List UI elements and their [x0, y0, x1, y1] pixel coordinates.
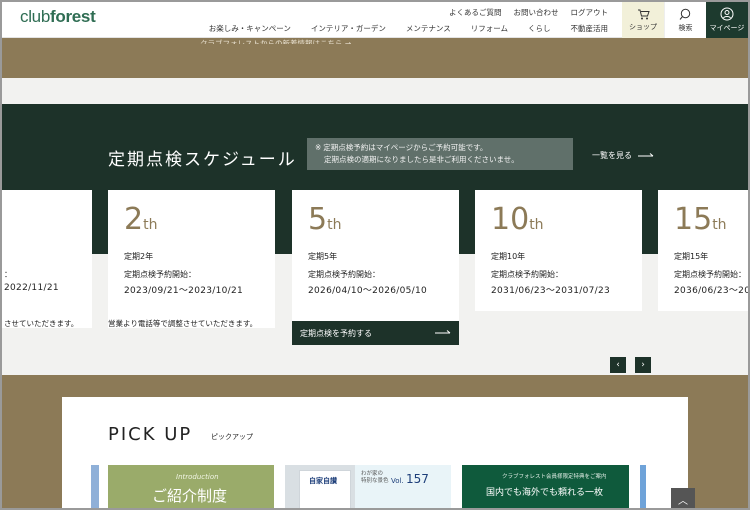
- notice-line-1: 定期点検予約はマイページからご予約可能です。: [323, 143, 488, 152]
- magazine-volume: Vol. 157: [391, 472, 429, 486]
- contact-link[interactable]: お問い合わせ: [514, 7, 559, 18]
- card-2th-period-label: 定期点検予約開始：: [124, 270, 196, 279]
- logo-club-text: club: [20, 7, 50, 26]
- referral-small-text: Introduction: [176, 473, 219, 481]
- mypage-label: マイページ: [709, 24, 745, 32]
- card-2th-note: 営業より電話等で調整させていただきます。: [108, 319, 258, 328]
- faq-link[interactable]: よくあるご質問: [449, 7, 502, 18]
- card-2th-num-value: 2: [124, 202, 144, 237]
- notice-mark: ※: [315, 143, 322, 152]
- card-5th-label: 定期5年: [308, 252, 338, 261]
- card-15th-number: 15th: [674, 202, 727, 237]
- news-strip-text[interactable]: クラブフォレストからの新着情報はこちら →: [200, 38, 351, 44]
- arrow-right-icon: [638, 152, 654, 156]
- magazine-title: 自家自讃: [309, 476, 337, 486]
- card-2th-suffix: th: [143, 217, 158, 233]
- cart-icon: [637, 9, 650, 19]
- card-10th-label: 定期10年: [491, 252, 526, 261]
- referral-title: ご紹介制度: [152, 487, 228, 505]
- utility-links: よくあるご質問 お問い合わせ ログアウト: [449, 7, 608, 18]
- logo-forest-text: forest: [50, 7, 96, 26]
- search-label: 検索: [678, 23, 693, 32]
- scroll-to-top-button[interactable]: ︿: [671, 488, 695, 510]
- schedule-card-1st: ： 2022/11/21 させていただきます。: [0, 190, 92, 328]
- card-10th-suffix: th: [529, 217, 544, 233]
- card-5th-dates: 2026/04/10〜2026/05/10: [308, 286, 428, 296]
- chevron-right-icon: ›: [641, 360, 645, 370]
- search-button[interactable]: 検索: [664, 2, 706, 38]
- magazine-feature: わが家の 特別な景色: [361, 471, 389, 484]
- card-15th-num-value: 15: [674, 202, 713, 237]
- see-all-link[interactable]: 一覧を見る: [592, 150, 654, 161]
- main-nav: お楽しみ・キャンペーン インテリア・ガーデン メンテナンス リフォーム くらし …: [209, 23, 608, 34]
- pickup-prev-peek[interactable]: [91, 465, 99, 510]
- arrow-right-icon: [435, 330, 451, 334]
- card-5th-num-value: 5: [308, 202, 328, 237]
- nav-living[interactable]: くらし: [528, 23, 551, 34]
- nav-campaign[interactable]: お楽しみ・キャンペーン: [209, 23, 291, 34]
- card-5th-period-label: 定期点検予約開始：: [308, 270, 380, 279]
- section-gap: [0, 78, 750, 104]
- nav-interior-garden[interactable]: インテリア・ガーデン: [311, 23, 386, 34]
- site-logo[interactable]: clubforest: [20, 7, 96, 27]
- site-header: clubforest よくあるご質問 お問い合わせ ログアウト お楽しみ・キャン…: [0, 0, 750, 38]
- card-1st-note: させていただきます。: [4, 319, 79, 328]
- card-15th-suffix: th: [712, 217, 727, 233]
- card-10th-number: 10th: [491, 202, 544, 237]
- news-strip: [0, 38, 750, 78]
- volume-number: 157: [405, 472, 429, 486]
- schedule-card-10th: 10th 定期10年 定期点検予約開始： 2031/06/23〜2031/07/…: [475, 190, 642, 311]
- shop-label: ショップ: [629, 22, 657, 31]
- schedule-card-15th: 15th 定期15年 定期点検予約開始： 2036/06/23〜2036/07: [658, 190, 750, 311]
- pickup-subtitle: ピックアップ: [211, 433, 253, 441]
- reserve-label: 定期点検を予約する: [300, 328, 372, 338]
- schedule-card-2th: 2th 定期2年 定期点検予約開始： 2023/09/21〜2023/10/21…: [108, 190, 275, 328]
- card-10th-period-label: 定期点検予約開始：: [491, 270, 563, 279]
- search-icon: [679, 8, 691, 20]
- schedule-title: 定期点検スケジュール: [108, 150, 297, 170]
- card-10th-num-value: 10: [491, 202, 530, 237]
- card-15th-dates: 2036/06/23〜2036/07: [674, 286, 750, 296]
- nav-maintenance[interactable]: メンテナンス: [406, 23, 451, 34]
- pickup-card-magazine[interactable]: 自家自讃 わが家の 特別な景色 Vol. 157: [285, 465, 451, 510]
- card-10th-dates: 2031/06/23〜2031/07/23: [491, 286, 611, 296]
- reserve-inspection-button[interactable]: 定期点検を予約する: [292, 321, 459, 345]
- credit-title: 国内でも海外でも頼れる一枚: [486, 488, 604, 498]
- card-15th-label: 定期15年: [674, 252, 709, 261]
- carousel-next-button[interactable]: ›: [635, 357, 651, 373]
- nav-reform[interactable]: リフォーム: [471, 23, 508, 34]
- chevron-up-icon: ︿: [678, 495, 688, 507]
- shop-button[interactable]: ショップ: [622, 2, 664, 38]
- card-1st-period-label: ：: [4, 270, 12, 279]
- card-5th-suffix: th: [327, 217, 342, 233]
- card-1st-dates: 2022/11/21: [4, 283, 59, 293]
- user-icon: [720, 7, 734, 21]
- card-2th-dates: 2023/09/21〜2023/10/21: [124, 286, 244, 296]
- nav-real-estate[interactable]: 不動産活用: [571, 23, 609, 34]
- pickup-card-credit[interactable]: クラブフォレスト会員様限定特典をご案内 国内でも海外でも頼れる一枚: [462, 465, 629, 510]
- logout-link[interactable]: ログアウト: [571, 7, 609, 18]
- pickup-title: PICK UP: [108, 424, 193, 445]
- carousel-prev-button[interactable]: ‹: [610, 357, 626, 373]
- see-all-label: 一覧を見る: [592, 151, 632, 160]
- volume-prefix: Vol.: [391, 477, 404, 485]
- card-2th-number: 2th: [124, 202, 157, 237]
- pickup-next-peek[interactable]: [640, 465, 646, 510]
- credit-small-text: クラブフォレスト会員様限定特典をご案内: [502, 474, 607, 480]
- card-5th-number: 5th: [308, 202, 341, 237]
- pickup-card-referral[interactable]: Introduction ご紹介制度: [108, 465, 274, 510]
- card-15th-period-label: 定期点検予約開始：: [674, 270, 746, 279]
- notice-line-2: 定期点検の適期になりましたら是非ご利用くださいませ。: [324, 155, 519, 164]
- schedule-notice: ※ 定期点検予約はマイページからご予約可能です。 定期点検の適期になりましたら是非…: [307, 138, 573, 170]
- card-2th-label: 定期2年: [124, 252, 154, 261]
- mypage-button[interactable]: マイページ: [706, 2, 748, 38]
- chevron-left-icon: ‹: [616, 360, 620, 370]
- schedule-card-5th: 5th 定期5年 定期点検予約開始： 2026/04/10〜2026/05/10: [292, 190, 459, 321]
